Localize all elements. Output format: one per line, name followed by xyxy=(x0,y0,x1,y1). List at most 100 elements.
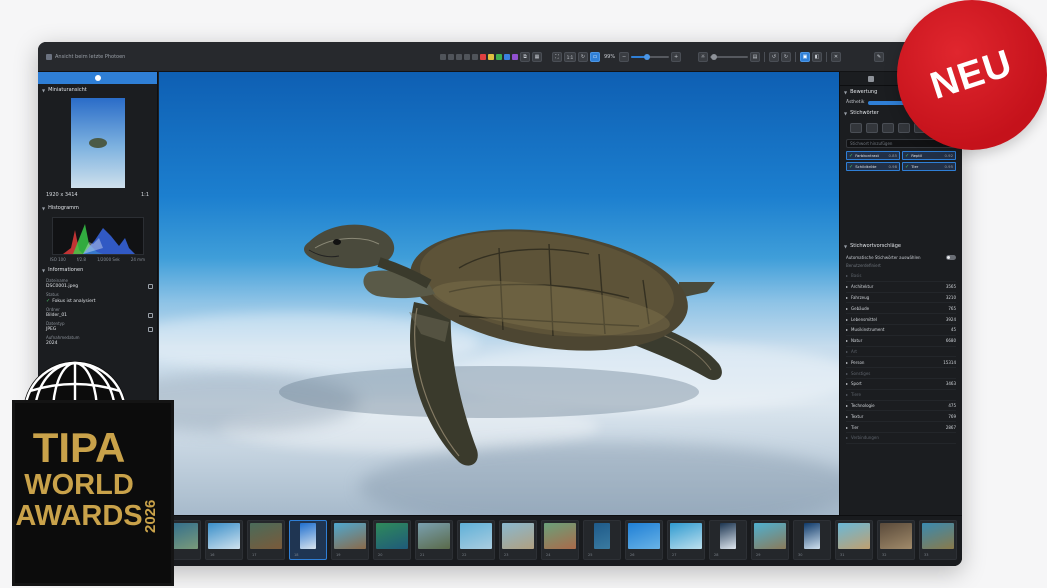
category-item[interactable]: ▸ Technologie 475 xyxy=(846,401,956,412)
filmstrip-frame[interactable]: 26 xyxy=(625,520,663,560)
close-icon[interactable]: ✕ xyxy=(831,52,841,62)
category-item[interactable]: ▸ Musikinstrument 45 xyxy=(846,325,956,336)
filmstrip-frame[interactable]: 30 xyxy=(793,520,831,560)
category-item[interactable]: ▸ Tiere xyxy=(846,390,956,401)
color-label-yellow[interactable] xyxy=(488,54,494,60)
grid-icon[interactable]: ▦ xyxy=(532,52,542,62)
filmstrip-frame[interactable]: 27 xyxy=(667,520,705,560)
zoom-slider[interactable] xyxy=(631,54,670,60)
filmstrip-frame[interactable]: 29 xyxy=(751,520,789,560)
category-item[interactable]: ▸ Person 15314 xyxy=(846,357,956,369)
single-view-icon[interactable]: ▣ xyxy=(800,52,810,62)
filmstrip-frame[interactable]: 20 xyxy=(373,520,411,560)
star-icon[interactable] xyxy=(456,54,462,60)
category-item[interactable]: ▸ Fahrzeug 3210 xyxy=(846,293,956,304)
thumbnail-section-header[interactable]: ▼ Miniaturansicht xyxy=(38,84,157,96)
category-name: ▸ Natur xyxy=(846,338,862,343)
category-name: ▸ Art xyxy=(846,349,857,354)
category-item[interactable]: ▸ Textur 769 xyxy=(846,411,956,423)
filmstrip-frame[interactable]: 31 xyxy=(835,520,873,560)
color-label-purple[interactable] xyxy=(512,54,518,60)
copy-icon[interactable] xyxy=(148,327,153,332)
color-label-blue[interactable] xyxy=(504,54,510,60)
histogram-section-header[interactable]: ▼ Histogramm xyxy=(38,202,157,214)
zoom-in-icon[interactable]: + xyxy=(671,52,682,62)
image-dimensions: 1920 x 3414 xyxy=(46,192,78,198)
suggestions-section-header[interactable]: ▼ Stichwortvorschläge xyxy=(840,240,962,252)
filmstrip-frame[interactable]: 22 xyxy=(457,520,495,560)
keyword-chip[interactable]: ✓ Reptil 0.92 xyxy=(902,151,956,160)
fullscreen-icon[interactable]: ⛶ xyxy=(552,52,562,62)
image-viewer[interactable] xyxy=(159,72,839,515)
filmstrip-frame[interactable]: 24 xyxy=(541,520,579,560)
category-item[interactable]: ▸ Natur 6680 xyxy=(846,336,956,347)
frame-thumbnail xyxy=(670,523,702,549)
filmstrip-frame[interactable]: 16 xyxy=(205,520,243,560)
info-value-row: ✓ Fokus ist analysiert xyxy=(38,297,157,305)
star-icon[interactable] xyxy=(448,54,454,60)
chip-name: Reptil xyxy=(911,152,923,158)
calendar-icon[interactable]: ▤ xyxy=(750,52,760,62)
import-tag-icon[interactable] xyxy=(898,123,910,133)
frame-thumbnail xyxy=(720,523,736,549)
star-icon[interactable] xyxy=(440,54,446,60)
category-item[interactable]: ▸ Gebäude 765 xyxy=(846,303,956,315)
filmstrip-frame[interactable]: 25 xyxy=(583,520,621,560)
filmstrip-frame[interactable]: 18 xyxy=(289,520,327,560)
keyword-chip[interactable]: ✓ Tier 0.95 xyxy=(902,162,956,171)
chip-score: 0.92 xyxy=(944,153,953,158)
category-item[interactable]: ▸ Architektur 3565 xyxy=(846,282,956,293)
fit-view-icon[interactable]: ▭ xyxy=(590,52,600,62)
copy-icon[interactable] xyxy=(148,284,153,289)
info-section-header[interactable]: ▼ Informationen xyxy=(38,264,157,276)
category-name: ▸ Textur xyxy=(846,414,863,419)
filmstrip-frame[interactable]: 28 xyxy=(709,520,747,560)
category-name: ▸ Technologie xyxy=(846,403,875,408)
ai-tag-icon[interactable] xyxy=(882,123,894,133)
zoom-out-icon[interactable]: − xyxy=(619,52,630,62)
category-item[interactable]: ▸ Verbindungen xyxy=(846,433,956,444)
category-item[interactable]: ▸ Lebensmittel 3924 xyxy=(846,314,956,325)
filmstrip-frame[interactable]: 17 xyxy=(247,520,285,560)
rotate-right-icon[interactable]: ↻ xyxy=(781,52,791,62)
exposure-slider[interactable] xyxy=(710,54,748,60)
keyword-chip[interactable]: ✓ Farbkontrast 0.85 xyxy=(846,151,900,160)
frame-thumbnail xyxy=(594,523,610,549)
copy-icon[interactable] xyxy=(148,313,153,318)
ratio-badge[interactable]: 1:1 xyxy=(141,192,149,198)
compare-icon[interactable]: ⧉ xyxy=(520,52,530,62)
category-item[interactable]: ▸ Sonstiges xyxy=(846,368,956,379)
category-item[interactable]: ▸ Basis xyxy=(846,271,956,282)
filmstrip-frame[interactable]: 19 xyxy=(331,520,369,560)
info-tab[interactable] xyxy=(38,72,157,84)
color-label-red[interactable] xyxy=(480,54,486,60)
title-bar: Ansicht beim letzte Photoen ⧉ ▦ ⛶ 1:1 ↻ xyxy=(38,42,962,72)
split-view-icon[interactable]: ◧ xyxy=(812,52,822,62)
tab-metadata[interactable] xyxy=(840,72,901,85)
category-item[interactable]: ▸ Tier 2867 xyxy=(846,422,956,433)
camera-tag-icon[interactable] xyxy=(866,123,878,133)
frame-meta: 29 xyxy=(756,553,784,557)
rotate-icon[interactable]: ↻ xyxy=(578,52,588,62)
filmstrip-frame[interactable]: 21 xyxy=(415,520,453,560)
color-label-green[interactable] xyxy=(496,54,502,60)
category-item[interactable]: ▸ Sport 3463 xyxy=(846,379,956,390)
rotate-left-icon[interactable]: ↺ xyxy=(769,52,779,62)
star-icon[interactable] xyxy=(464,54,470,60)
filmstrip-frame[interactable]: 33 xyxy=(919,520,957,560)
filmstrip-frame[interactable]: 23 xyxy=(499,520,537,560)
category-item[interactable]: ▸ Art xyxy=(846,347,956,358)
edit-icon[interactable]: ✎ xyxy=(874,52,884,62)
keyword-chip[interactable]: ✓ Schildkröte 0.98 xyxy=(846,162,900,171)
frame-meta: 21 xyxy=(420,553,448,557)
chevron-right-icon: ▸ xyxy=(846,348,849,354)
auto-keywords-toggle[interactable] xyxy=(946,255,956,260)
chip-label: ✓ Tier xyxy=(905,164,918,170)
star-icon[interactable] xyxy=(472,54,478,60)
person-tag-icon[interactable] xyxy=(850,123,862,133)
exposure-icon[interactable]: ☼ xyxy=(698,52,708,62)
filmstrip-frame[interactable]: 32 xyxy=(877,520,915,560)
frame-number: 33 xyxy=(924,553,929,557)
ratio-button[interactable]: 1:1 xyxy=(564,52,576,62)
window-title-text: Ansicht beim letzte Photoen xyxy=(55,53,126,60)
